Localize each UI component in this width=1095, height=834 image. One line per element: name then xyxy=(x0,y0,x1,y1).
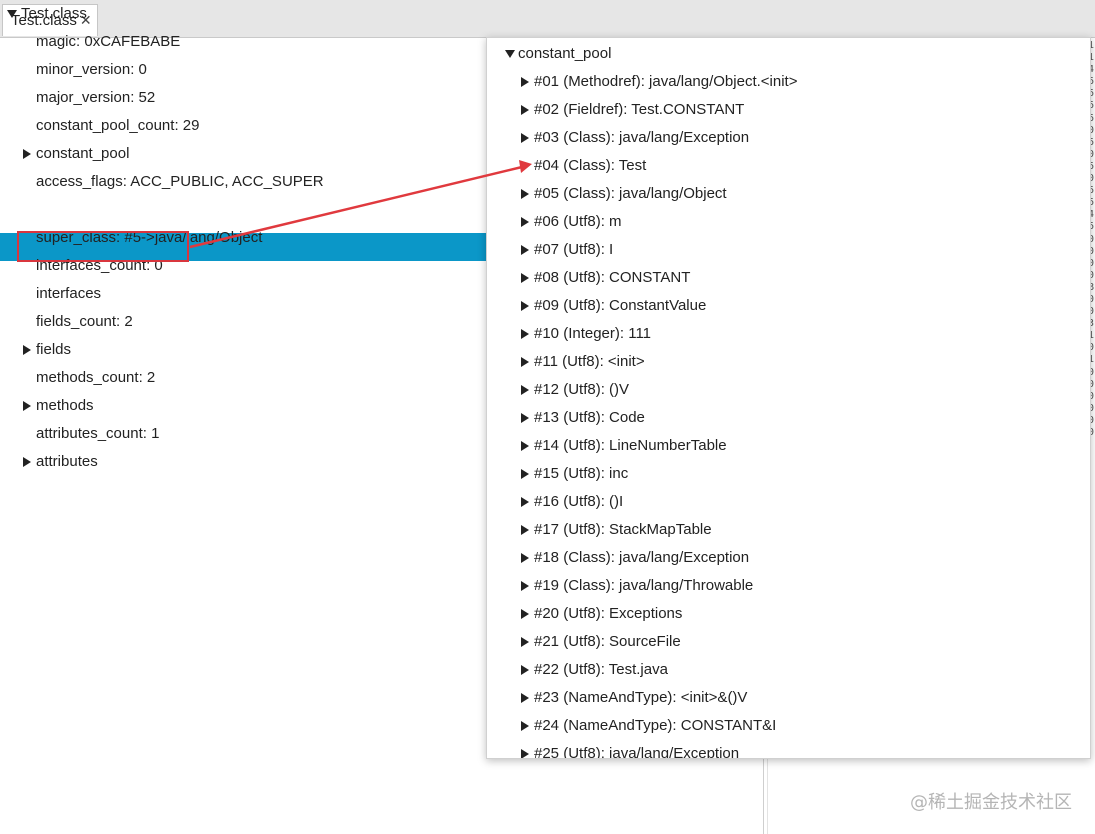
constant-pool-entry-label: #05 (Class): java/lang/Object xyxy=(534,185,727,202)
constant-pool-entry-label: #14 (Utf8): LineNumberTable xyxy=(534,437,727,454)
expand-triangle-icon[interactable] xyxy=(23,401,31,411)
expand-triangle-icon[interactable] xyxy=(521,357,529,367)
tree-item-label: constant_pool xyxy=(36,145,130,162)
constant-pool-entry-label: #23 (NameAndType): <init>&()V xyxy=(534,689,748,706)
constant-pool-entry-label: #12 (Utf8): ()V xyxy=(534,381,630,398)
expand-triangle-icon[interactable] xyxy=(521,245,529,255)
constant-pool-entry-label: #06 (Utf8): m xyxy=(534,213,622,230)
collapse-triangle-icon[interactable] xyxy=(7,10,17,18)
tree-item-label: methods xyxy=(36,397,94,414)
constant-pool-entry-label: #02 (Fieldref): Test.CONSTANT xyxy=(534,101,745,118)
constant-pool-entry-label: #19 (Class): java/lang/Throwable xyxy=(534,577,754,594)
constant-pool-entry-label: #04 (Class): Test xyxy=(534,157,647,174)
constant-pool-entry-label: #25 (Utf8): java/lang/Exception xyxy=(534,745,740,759)
expand-triangle-icon[interactable] xyxy=(521,385,529,395)
tree-item-label: fields xyxy=(36,341,72,358)
watermark: @稀土掘金技术社区 xyxy=(910,792,1072,813)
constant-pool-entry-label: #21 (Utf8): SourceFile xyxy=(534,633,681,650)
expand-triangle-icon[interactable] xyxy=(521,721,529,731)
expand-triangle-icon[interactable] xyxy=(521,217,529,227)
tree-item-label: methods_count: 2 xyxy=(36,369,156,386)
expand-triangle-icon[interactable] xyxy=(521,105,529,115)
constant-pool-entry-label: #11 (Utf8): <init> xyxy=(534,353,645,370)
tree-item-label: minor_version: 0 xyxy=(36,61,147,78)
expand-triangle-icon[interactable] xyxy=(521,609,529,619)
expand-triangle-icon[interactable] xyxy=(521,189,529,199)
collapse-triangle-icon[interactable] xyxy=(505,50,515,58)
constant-pool-popup: constant_pool #01 (Methodref): java/lang/… xyxy=(486,37,1091,759)
constant-pool-root-label: constant_pool xyxy=(518,45,612,62)
constant-pool-entry-label: #15 (Utf8): inc xyxy=(534,465,629,482)
constant-pool-entry-label: #24 (NameAndType): CONSTANT&I xyxy=(534,717,777,734)
expand-triangle-icon[interactable] xyxy=(521,553,529,563)
tree-item-label: major_version: 52 xyxy=(36,89,156,106)
constant-pool-entry-label: #10 (Integer): 111 xyxy=(534,325,652,342)
expand-triangle-icon[interactable] xyxy=(521,637,529,647)
constant-pool-entry-label: #07 (Utf8): I xyxy=(534,241,614,258)
expand-triangle-icon[interactable] xyxy=(521,273,529,283)
expand-triangle-icon[interactable] xyxy=(521,525,529,535)
constant-pool-entry-label: #17 (Utf8): StackMapTable xyxy=(534,521,712,538)
tree-item-label: this_class: #4->Test xyxy=(36,201,169,218)
tree-item-label: access_flags: ACC_PUBLIC, ACC_SUPER xyxy=(36,173,324,190)
expand-triangle-icon[interactable] xyxy=(521,329,529,339)
constant-pool-entry-label: #09 (Utf8): ConstantValue xyxy=(534,297,707,314)
expand-triangle-icon[interactable] xyxy=(521,469,529,479)
expand-triangle-icon[interactable] xyxy=(23,345,31,355)
expand-triangle-icon[interactable] xyxy=(521,413,529,423)
expand-triangle-icon[interactable] xyxy=(521,133,529,143)
expand-triangle-icon[interactable] xyxy=(23,149,31,159)
constant-pool-entry-label: #08 (Utf8): CONSTANT xyxy=(534,269,691,286)
tree-item-label: interfaces xyxy=(36,285,102,302)
constant-pool-entry-label: #22 (Utf8): Test.java xyxy=(534,661,668,678)
tree-item-label: attributes xyxy=(36,453,98,470)
tree-item-label: fields_count: 2 xyxy=(36,313,133,330)
expand-triangle-icon[interactable] xyxy=(521,497,529,507)
tree-root-label: Test.class xyxy=(21,5,87,22)
tree-item-label: constant_pool_count: 29 xyxy=(36,117,200,134)
constant-pool-entry-label: #20 (Utf8): Exceptions xyxy=(534,605,683,622)
tree-item-label: magic: 0xCAFEBABE xyxy=(36,33,181,50)
constant-pool-entry-label: #18 (Class): java/lang/Exception xyxy=(534,549,750,566)
expand-triangle-icon[interactable] xyxy=(521,161,529,171)
expand-triangle-icon[interactable] xyxy=(521,693,529,703)
constant-pool-entry-label: #03 (Class): java/lang/Exception xyxy=(534,129,750,146)
constant-pool-entry-label: #16 (Utf8): ()I xyxy=(534,493,624,510)
expand-triangle-icon[interactable] xyxy=(521,301,529,311)
tree-item-label: attributes_count: 1 xyxy=(36,425,160,442)
expand-triangle-icon[interactable] xyxy=(23,457,31,467)
expand-triangle-icon[interactable] xyxy=(521,749,529,758)
constant-pool-entry-label: #13 (Utf8): Code xyxy=(534,409,645,426)
expand-triangle-icon[interactable] xyxy=(521,665,529,675)
annotation-highlight-box xyxy=(17,231,189,262)
expand-triangle-icon[interactable] xyxy=(521,441,529,451)
constant-pool-entry-label: #01 (Methodref): java/lang/Object.<init> xyxy=(534,73,798,90)
expand-triangle-icon[interactable] xyxy=(521,581,529,591)
expand-triangle-icon[interactable] xyxy=(521,77,529,87)
